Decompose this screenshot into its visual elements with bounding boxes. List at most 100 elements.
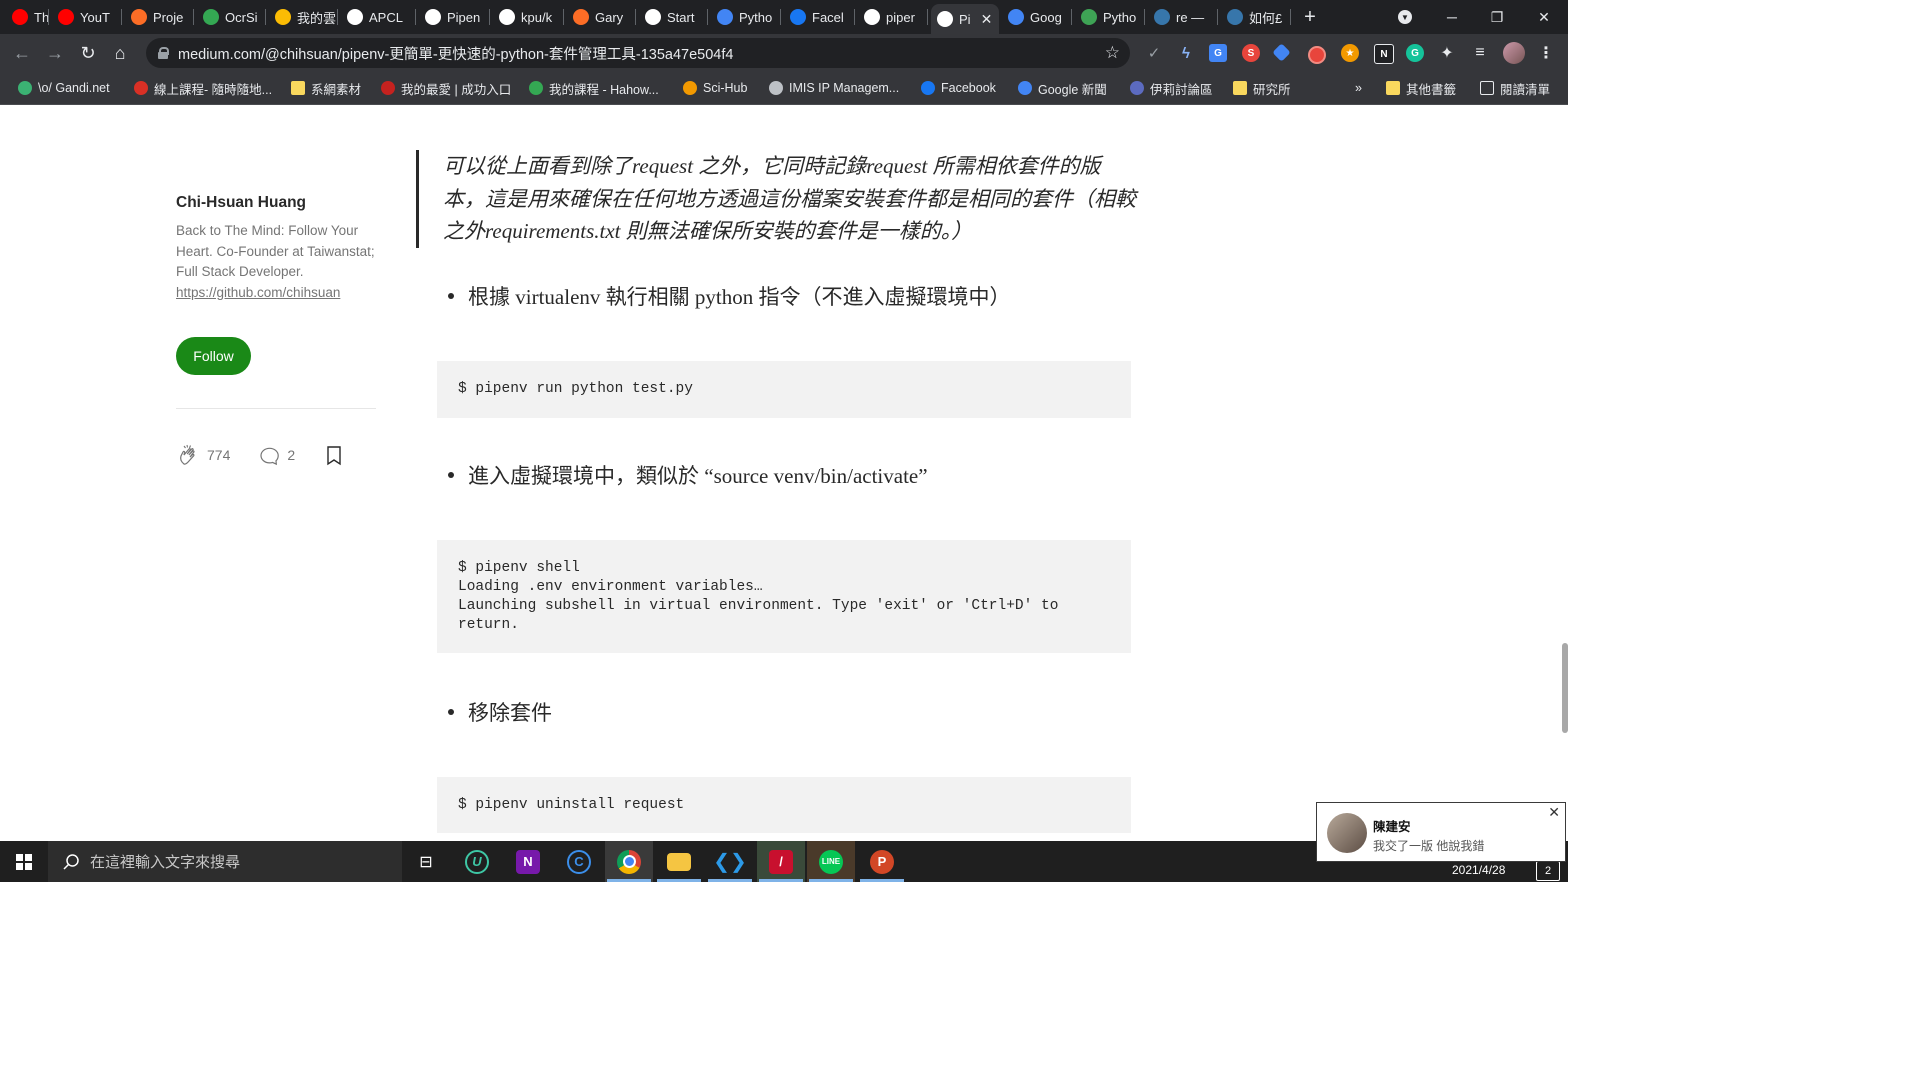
date-text[interactable]: 2021/4/28 xyxy=(1452,863,1505,877)
taskbar-onenote[interactable]: N xyxy=(504,841,552,882)
address-bar[interactable]: medium.com/@chihsuan/pipenv-更簡單-更快速的-pyt… xyxy=(146,38,1130,68)
bookmark-label: IMIS IP Managem... xyxy=(789,81,900,95)
taskbar-app-c[interactable]: C xyxy=(555,841,603,882)
taskbar-line[interactable]: LINE xyxy=(807,841,855,882)
line-message-notification[interactable]: 陳建安 我交了一版 他說我錯 ✕ xyxy=(1316,802,1566,862)
browser-tab[interactable]: Gary xyxy=(567,4,636,30)
tab-title: Pi xyxy=(959,11,971,27)
tab-title: OcrSi xyxy=(225,9,258,25)
browser-tab[interactable]: piper xyxy=(858,4,928,30)
bookmark-icon[interactable] xyxy=(323,444,345,466)
tab-separator xyxy=(337,9,338,25)
browser-tab[interactable]: re — xyxy=(1148,4,1218,30)
other-bookmarks-folder[interactable]: 其他書籤 xyxy=(1386,79,1456,97)
bookmark-item[interactable]: Sci-Hub xyxy=(683,79,747,97)
browser-tab[interactable]: Th xyxy=(6,4,49,30)
profile-avatar[interactable] xyxy=(1503,42,1525,64)
more-menu-icon[interactable]: ⋮ xyxy=(1537,44,1555,62)
fox-extension-icon[interactable]: ★ xyxy=(1341,44,1359,62)
author-name[interactable]: Chi-Hsuan Huang xyxy=(176,194,306,212)
browser-tab[interactable]: YouT xyxy=(52,4,122,30)
start-button[interactable] xyxy=(0,841,48,882)
list-item-text: 移除套件 xyxy=(468,701,552,725)
browser-tab[interactable]: Pipen xyxy=(419,4,490,30)
bookmark-item[interactable]: 線上課程- 隨時隨地... xyxy=(134,79,272,97)
back-button[interactable]: ← xyxy=(9,40,35,66)
author-github-link[interactable]: https://github.com/chihsuan xyxy=(176,285,340,300)
browser-tab[interactable]: Goog xyxy=(1002,4,1072,30)
tab-title: APCL xyxy=(369,9,403,25)
code-block: $ pipenv shell Loading .env environment … xyxy=(437,540,1131,653)
bookmark-item[interactable]: 伊莉討論區 xyxy=(1130,79,1213,97)
close-window-button[interactable]: ✕ xyxy=(1522,4,1566,30)
bookmark-item[interactable]: 我的最愛 | 成功入口 xyxy=(381,79,511,97)
taskbar-search-box[interactable]: 在這裡輸入文字來搜尋 xyxy=(48,841,402,882)
bookmark-star-icon[interactable]: ☆ xyxy=(1105,43,1120,63)
browser-tab[interactable]: 我的雲 xyxy=(269,4,338,30)
browser-tab[interactable]: Pytho xyxy=(711,4,781,30)
taskbar-chrome[interactable] xyxy=(605,841,653,882)
bookmark-item[interactable]: Google 新聞 xyxy=(1018,79,1107,97)
browser-tab[interactable]: Proje xyxy=(125,4,194,30)
bookmark-item[interactable]: \o/ Gandi.net xyxy=(18,79,110,97)
taskbar-app-feather[interactable]: / xyxy=(757,841,805,882)
reading-list-label: 閱讀清單 xyxy=(1500,82,1551,97)
taskbar-vscode[interactable]: ❮❯ xyxy=(706,841,754,882)
browser-tab[interactable]: Pi ✕ xyxy=(931,4,999,34)
record-icon[interactable] xyxy=(1308,46,1326,64)
browser-tab[interactable]: 如何£ xyxy=(1221,4,1291,30)
minimize-button[interactable]: ─ xyxy=(1430,4,1474,30)
home-button[interactable]: ⌂ xyxy=(107,40,133,66)
bookmark-item[interactable]: 系網素材 xyxy=(291,79,361,97)
s-extension-icon[interactable]: S xyxy=(1242,44,1260,62)
follow-button[interactable]: Follow xyxy=(176,337,251,375)
puzzle-extensions-icon[interactable]: ✦ xyxy=(1438,44,1456,62)
forward-button[interactable]: → xyxy=(42,40,68,66)
clap-icon[interactable] xyxy=(176,443,200,467)
bookmark-label: Facebook xyxy=(941,81,996,95)
bookmark-item[interactable]: IMIS IP Managem... xyxy=(769,79,899,97)
notion-icon[interactable]: N xyxy=(1374,44,1394,64)
new-tab-button[interactable]: + xyxy=(1288,4,1332,30)
browser-tab[interactable]: Pytho xyxy=(1075,4,1145,30)
reading-list-button[interactable]: 閱讀清單 xyxy=(1480,79,1550,97)
comment-icon[interactable] xyxy=(258,444,280,466)
page-scrollbar-thumb[interactable] xyxy=(1562,643,1568,733)
close-tab-icon[interactable]: ✕ xyxy=(981,11,993,28)
browser-tab[interactable]: Start xyxy=(639,4,708,30)
taskbar-app-u[interactable]: U xyxy=(453,841,501,882)
task-view-button[interactable]: ⊟ xyxy=(402,841,450,882)
browser-toolbar: ← → ↻ ⌂ medium.com/@chihsuan/pipenv-更簡單-… xyxy=(0,34,1568,72)
taskbar-file-explorer[interactable] xyxy=(655,841,703,882)
close-notification-icon[interactable]: ✕ xyxy=(1548,804,1560,821)
google-translate-icon[interactable]: G xyxy=(1209,44,1227,62)
media-control-icon[interactable]: ≡ xyxy=(1471,44,1489,62)
facebook-icon xyxy=(790,9,806,25)
reload-button[interactable]: ↻ xyxy=(75,40,101,66)
bookmark-item[interactable]: Facebook xyxy=(921,79,996,97)
browser-tab[interactable]: OcrSi xyxy=(197,4,266,30)
tab-separator xyxy=(927,9,928,25)
bookmark-item[interactable]: 研究所 xyxy=(1233,79,1291,97)
folder-icon xyxy=(291,81,305,95)
browser-tab[interactable]: APCL xyxy=(341,4,416,30)
tab-separator xyxy=(854,9,855,25)
check-icon[interactable]: ✓ xyxy=(1145,44,1163,62)
github-icon xyxy=(347,9,363,25)
author-bio-text: Back to The Mind: Follow Your Heart. Co-… xyxy=(176,223,375,279)
action-center-badge[interactable]: 2 xyxy=(1536,861,1560,881)
sender-avatar xyxy=(1327,813,1367,853)
author-bio: Back to The Mind: Follow Your Heart. Co-… xyxy=(176,221,376,303)
bookmark-item[interactable]: 我的課程 - Hahow... xyxy=(529,79,659,97)
lightning-icon[interactable]: ϟ xyxy=(1177,44,1195,62)
taskbar-powerpoint[interactable]: P xyxy=(858,841,906,882)
browser-tab[interactable]: kpu/k xyxy=(493,4,564,30)
diamond-extension-icon[interactable] xyxy=(1272,43,1291,62)
grammarly-icon[interactable]: G xyxy=(1406,44,1424,62)
tab-search-button[interactable]: ▼ xyxy=(1383,4,1427,30)
maximize-button[interactable]: ❐ xyxy=(1475,4,1519,30)
search-icon xyxy=(63,853,79,870)
bookmarks-overflow-button[interactable]: » xyxy=(1355,79,1362,97)
browser-tab[interactable]: Facel xyxy=(784,4,855,30)
search-placeholder: 在這裡輸入文字來搜尋 xyxy=(90,854,241,871)
